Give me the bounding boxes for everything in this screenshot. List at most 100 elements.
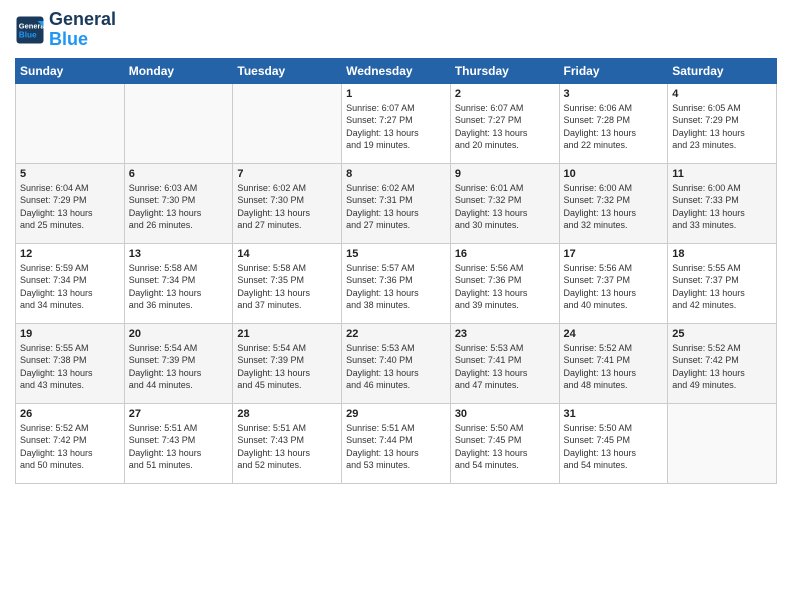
header-day-thursday: Thursday	[450, 58, 559, 83]
day-info: Sunrise: 5:58 AM Sunset: 7:35 PM Dayligh…	[237, 262, 337, 312]
week-row-0: 1Sunrise: 6:07 AM Sunset: 7:27 PM Daylig…	[16, 83, 777, 163]
day-number: 21	[237, 328, 337, 340]
day-info: Sunrise: 6:07 AM Sunset: 7:27 PM Dayligh…	[455, 102, 555, 152]
day-number: 17	[564, 248, 664, 260]
header-day-sunday: Sunday	[16, 58, 125, 83]
calendar-table: SundayMondayTuesdayWednesdayThursdayFrid…	[15, 58, 777, 484]
day-info: Sunrise: 6:07 AM Sunset: 7:27 PM Dayligh…	[346, 102, 446, 152]
calendar-cell: 6 Sunrise: 6:03 AM Sunset: 7:30 PM Daylig…	[124, 163, 233, 243]
day-number: 19	[20, 328, 120, 340]
calendar-cell: 26 Sunrise: 5:52 AM Sunset: 7:42 PM Dayli…	[16, 403, 125, 483]
day-number: 25	[672, 328, 772, 340]
calendar-cell: 21 Sunrise: 5:54 AM Sunset: 7:39 PM Dayli…	[233, 323, 342, 403]
calendar-cell: 11Sunrise: 6:00 AM Sunset: 7:33 PM Dayli…	[668, 163, 777, 243]
day-info: Sunrise: 6:04 AM Sunset: 7:29 PM Dayligh…	[20, 182, 120, 232]
logo-text: GeneralBlue	[49, 10, 116, 50]
day-number: 12	[20, 248, 120, 260]
calendar-cell	[233, 83, 342, 163]
day-info: Sunrise: 5:59 AM Sunset: 7:34 PM Dayligh…	[20, 262, 120, 312]
calendar-cell: 19 Sunrise: 5:55 AM Sunset: 7:38 PM Dayli…	[16, 323, 125, 403]
day-number: 30	[455, 408, 555, 420]
day-number: 10	[564, 168, 664, 180]
header-day-monday: Monday	[124, 58, 233, 83]
day-number: 6	[129, 168, 229, 180]
calendar-cell: 25 Sunrise: 5:52 AM Sunset: 7:42 PM Dayli…	[668, 323, 777, 403]
day-info: Sunrise: 5:56 AM Sunset: 7:36 PM Dayligh…	[455, 262, 555, 312]
day-info: Sunrise: 5:56 AM Sunset: 7:37 PM Dayligh…	[564, 262, 664, 312]
day-info: Sunrise: 6:00 AM Sunset: 7:32 PM Dayligh…	[564, 182, 664, 232]
day-info: Sunrise: 6:06 AM Sunset: 7:28 PM Dayligh…	[564, 102, 664, 152]
calendar-cell: 12 Sunrise: 5:59 AM Sunset: 7:34 PM Dayli…	[16, 243, 125, 323]
day-info: Sunrise: 6:02 AM Sunset: 7:30 PM Dayligh…	[237, 182, 337, 232]
calendar-cell: 28 Sunrise: 5:51 AM Sunset: 7:43 PM Dayli…	[233, 403, 342, 483]
day-info: Sunrise: 5:54 AM Sunset: 7:39 PM Dayligh…	[129, 342, 229, 392]
day-number: 18	[672, 248, 772, 260]
calendar-cell: 4 Sunrise: 6:05 AM Sunset: 7:29 PM Daylig…	[668, 83, 777, 163]
day-info: Sunrise: 6:00 AM Sunset: 7:33 PM Dayligh…	[672, 182, 772, 232]
svg-text:Blue: Blue	[19, 30, 37, 39]
day-info: Sunrise: 5:50 AM Sunset: 7:45 PM Dayligh…	[564, 422, 664, 472]
day-number: 5	[20, 168, 120, 180]
calendar-cell: 29 Sunrise: 5:51 AM Sunset: 7:44 PM Dayli…	[342, 403, 451, 483]
calendar-cell	[668, 403, 777, 483]
day-number: 15	[346, 248, 446, 260]
calendar-cell: 14Sunrise: 5:58 AM Sunset: 7:35 PM Dayli…	[233, 243, 342, 323]
calendar-cell: 31 Sunrise: 5:50 AM Sunset: 7:45 PM Dayli…	[559, 403, 668, 483]
day-info: Sunrise: 5:53 AM Sunset: 7:40 PM Dayligh…	[346, 342, 446, 392]
calendar-cell: 13Sunrise: 5:58 AM Sunset: 7:34 PM Dayli…	[124, 243, 233, 323]
day-number: 22	[346, 328, 446, 340]
calendar-cell: 7 Sunrise: 6:02 AM Sunset: 7:30 PM Daylig…	[233, 163, 342, 243]
header-day-tuesday: Tuesday	[233, 58, 342, 83]
logo: General Blue GeneralBlue	[15, 10, 116, 50]
calendar-cell	[16, 83, 125, 163]
day-info: Sunrise: 5:52 AM Sunset: 7:42 PM Dayligh…	[20, 422, 120, 472]
day-number: 13	[129, 248, 229, 260]
day-number: 4	[672, 88, 772, 100]
calendar-cell: 5 Sunrise: 6:04 AM Sunset: 7:29 PM Daylig…	[16, 163, 125, 243]
header-day-saturday: Saturday	[668, 58, 777, 83]
calendar-cell: 30Sunrise: 5:50 AM Sunset: 7:45 PM Dayli…	[450, 403, 559, 483]
week-row-2: 12 Sunrise: 5:59 AM Sunset: 7:34 PM Dayli…	[16, 243, 777, 323]
week-row-1: 5 Sunrise: 6:04 AM Sunset: 7:29 PM Daylig…	[16, 163, 777, 243]
calendar-cell: 27Sunrise: 5:51 AM Sunset: 7:43 PM Dayli…	[124, 403, 233, 483]
calendar-cell: 10 Sunrise: 6:00 AM Sunset: 7:32 PM Dayli…	[559, 163, 668, 243]
calendar-cell	[124, 83, 233, 163]
day-info: Sunrise: 6:05 AM Sunset: 7:29 PM Dayligh…	[672, 102, 772, 152]
day-number: 2	[455, 88, 555, 100]
day-info: Sunrise: 5:52 AM Sunset: 7:41 PM Dayligh…	[564, 342, 664, 392]
header-row: SundayMondayTuesdayWednesdayThursdayFrid…	[16, 58, 777, 83]
day-number: 29	[346, 408, 446, 420]
day-info: Sunrise: 6:02 AM Sunset: 7:31 PM Dayligh…	[346, 182, 446, 232]
day-number: 28	[237, 408, 337, 420]
calendar-cell: 18 Sunrise: 5:55 AM Sunset: 7:37 PM Dayli…	[668, 243, 777, 323]
calendar-cell: 3Sunrise: 6:06 AM Sunset: 7:28 PM Daylig…	[559, 83, 668, 163]
day-info: Sunrise: 5:51 AM Sunset: 7:44 PM Dayligh…	[346, 422, 446, 472]
week-row-4: 26 Sunrise: 5:52 AM Sunset: 7:42 PM Dayli…	[16, 403, 777, 483]
day-info: Sunrise: 5:55 AM Sunset: 7:38 PM Dayligh…	[20, 342, 120, 392]
day-info: Sunrise: 5:53 AM Sunset: 7:41 PM Dayligh…	[455, 342, 555, 392]
calendar-cell: 17 Sunrise: 5:56 AM Sunset: 7:37 PM Dayli…	[559, 243, 668, 323]
day-info: Sunrise: 5:57 AM Sunset: 7:36 PM Dayligh…	[346, 262, 446, 312]
day-info: Sunrise: 5:51 AM Sunset: 7:43 PM Dayligh…	[129, 422, 229, 472]
calendar-cell: 9Sunrise: 6:01 AM Sunset: 7:32 PM Daylig…	[450, 163, 559, 243]
day-info: Sunrise: 6:01 AM Sunset: 7:32 PM Dayligh…	[455, 182, 555, 232]
day-info: Sunrise: 5:51 AM Sunset: 7:43 PM Dayligh…	[237, 422, 337, 472]
day-number: 23	[455, 328, 555, 340]
day-number: 26	[20, 408, 120, 420]
day-number: 31	[564, 408, 664, 420]
header-day-friday: Friday	[559, 58, 668, 83]
day-info: Sunrise: 5:55 AM Sunset: 7:37 PM Dayligh…	[672, 262, 772, 312]
day-number: 24	[564, 328, 664, 340]
day-number: 7	[237, 168, 337, 180]
calendar-cell: 1Sunrise: 6:07 AM Sunset: 7:27 PM Daylig…	[342, 83, 451, 163]
calendar-cell: 15 Sunrise: 5:57 AM Sunset: 7:36 PM Dayli…	[342, 243, 451, 323]
logo-icon: General Blue	[15, 15, 45, 45]
calendar-cell: 22 Sunrise: 5:53 AM Sunset: 7:40 PM Dayli…	[342, 323, 451, 403]
header-day-wednesday: Wednesday	[342, 58, 451, 83]
day-info: Sunrise: 5:52 AM Sunset: 7:42 PM Dayligh…	[672, 342, 772, 392]
calendar-cell: 2 Sunrise: 6:07 AM Sunset: 7:27 PM Daylig…	[450, 83, 559, 163]
day-info: Sunrise: 6:03 AM Sunset: 7:30 PM Dayligh…	[129, 182, 229, 232]
calendar-cell: 16Sunrise: 5:56 AM Sunset: 7:36 PM Dayli…	[450, 243, 559, 323]
day-info: Sunrise: 5:54 AM Sunset: 7:39 PM Dayligh…	[237, 342, 337, 392]
calendar-cell: 20Sunrise: 5:54 AM Sunset: 7:39 PM Dayli…	[124, 323, 233, 403]
